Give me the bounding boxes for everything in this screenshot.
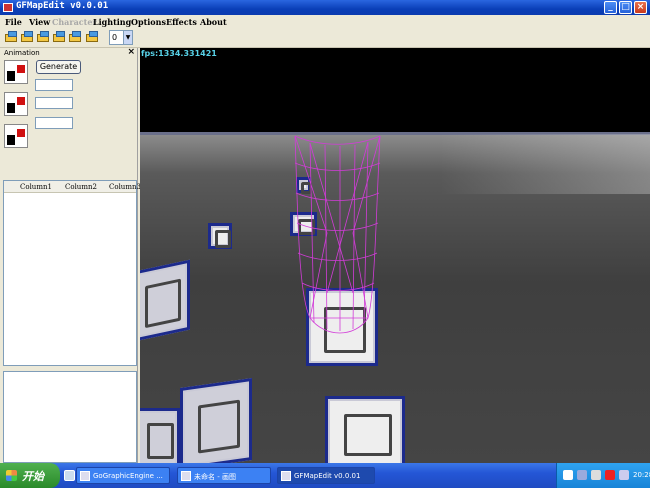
app-icon: [281, 471, 291, 481]
window-title: GFMapEdit v0.0.01: [16, 1, 109, 11]
minimize-button[interactable]: _: [604, 1, 617, 14]
task-label: 未命名 - 画图: [194, 473, 236, 481]
paint-icon: [181, 471, 191, 481]
cube-small-left[interactable]: [208, 223, 232, 249]
menu-bar: File View Character Lighting Options Eff…: [0, 15, 650, 28]
close-button[interactable]: ×: [634, 1, 647, 14]
toolbar-button-2[interactable]: [20, 31, 34, 44]
fps-counter: fps:1334.331421: [141, 49, 217, 58]
app-icon: [3, 3, 13, 12]
start-label: 开始: [22, 470, 44, 483]
task-label: GoGraphicEngine ...: [93, 472, 163, 480]
animation-thumbnail-1[interactable]: [4, 60, 28, 84]
output-box[interactable]: [3, 371, 137, 463]
task-label: GFMapEdit v0.0.01: [294, 472, 361, 480]
open-folder-icon: [69, 31, 81, 42]
open-folder-icon: [37, 31, 49, 42]
animation-panel: Animation × Column1 Column2 Column3: [0, 47, 141, 463]
animation-thumbnail-3[interactable]: [4, 124, 28, 148]
menu-effects[interactable]: Effects: [166, 17, 197, 27]
panel-header: Animation ×: [2, 47, 136, 58]
cube-bottom-edge[interactable]: [140, 408, 180, 463]
3d-viewport[interactable]: fps:1334.331421: [140, 48, 650, 463]
toolbar: [0, 28, 650, 48]
param-field-1[interactable]: [35, 79, 73, 91]
cube-bottom-left[interactable]: [180, 377, 252, 463]
security-shield-icon[interactable]: [605, 470, 615, 480]
menu-options[interactable]: Options: [131, 17, 166, 27]
list-header: Column1 Column2 Column3: [4, 181, 141, 193]
column-header-2[interactable]: Column2: [65, 183, 97, 191]
param-field-3[interactable]: [35, 117, 73, 129]
system-tray: 20:28: [556, 463, 650, 488]
taskbar-item-gfmapedit[interactable]: GFMapEdit v0.0.01: [277, 467, 375, 484]
cube-left[interactable]: [140, 259, 190, 343]
folder-icon: [80, 471, 90, 481]
network-icon[interactable]: [577, 470, 587, 480]
taskbar-item-paint[interactable]: 未命名 - 画图: [177, 467, 271, 484]
toolbar-button-1[interactable]: [4, 31, 18, 44]
menu-file[interactable]: File: [5, 17, 22, 27]
panel-title: Animation: [4, 49, 40, 57]
animation-list[interactable]: Column1 Column2 Column3: [3, 180, 141, 366]
volume-icon[interactable]: [591, 470, 601, 480]
tray-icon-1[interactable]: [563, 470, 573, 480]
toolbar-button-4[interactable]: [52, 31, 66, 44]
layer-select[interactable]: 0 ▼: [109, 30, 133, 45]
clock: 20:28: [633, 471, 650, 479]
generate-button[interactable]: Generate: [36, 60, 81, 74]
floor-sheen: [440, 134, 650, 194]
panel-close-icon[interactable]: ×: [127, 47, 135, 57]
toolbar-button-3[interactable]: [36, 31, 50, 44]
layer-select-value: 0: [112, 33, 118, 42]
toolbar-button-5[interactable]: [68, 31, 82, 44]
taskbar-item-gographicengine[interactable]: GoGraphicEngine ...: [76, 467, 170, 484]
title-bar[interactable]: GFMapEdit v0.0.01 _ □ ×: [0, 0, 650, 15]
cube-bottom-right[interactable]: [325, 396, 405, 463]
maximize-button[interactable]: □: [619, 1, 632, 14]
wireframe-mesh[interactable]: [290, 133, 385, 343]
open-folder-icon: [53, 31, 65, 42]
menu-lighting[interactable]: Lighting: [93, 17, 131, 27]
open-folder-icon: [86, 31, 98, 42]
menu-character: Character: [52, 17, 97, 27]
start-button[interactable]: 开始: [0, 463, 60, 488]
menu-view[interactable]: View: [29, 17, 50, 27]
column-header-3[interactable]: Column3: [109, 183, 141, 191]
menu-about[interactable]: About: [200, 17, 227, 27]
animation-thumbnail-2[interactable]: [4, 92, 28, 116]
tray-icon-5[interactable]: [619, 470, 629, 480]
windows-logo-icon: [6, 470, 17, 481]
toolbar-button-6[interactable]: [85, 31, 99, 44]
param-field-2[interactable]: [35, 97, 73, 109]
taskbar: 开始 GoGraphicEngine ... 未命名 - 画图 GFMapEdi…: [0, 463, 650, 488]
chevron-down-icon[interactable]: ▼: [123, 31, 132, 44]
open-folder-icon: [21, 31, 33, 42]
column-header-1[interactable]: Column1: [20, 183, 52, 191]
open-folder-icon: [5, 31, 17, 42]
quicklaunch-icon[interactable]: [64, 470, 75, 481]
